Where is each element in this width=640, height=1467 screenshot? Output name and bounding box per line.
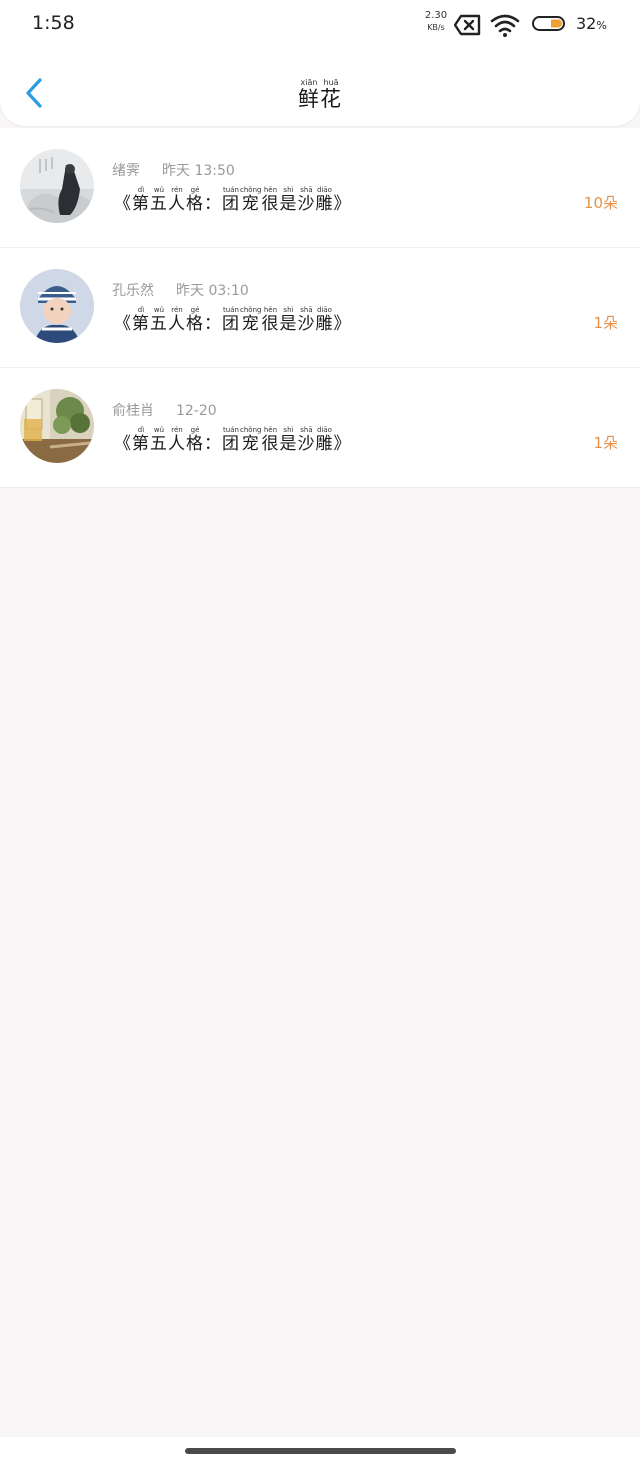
list-item[interactable]: 绪霁 昨天 13:50 《第dì五wǔ人rén格gé：团tuán宠chǒng很hě… <box>0 128 640 248</box>
item-meta: 绪霁 昨天 13:50 <box>112 160 235 180</box>
item-time: 昨天 03:10 <box>176 283 249 299</box>
list-item[interactable]: 俞桂肖 12-20 《第dì五wǔ人rén格gé：团tuán宠chǒng很hěn是… <box>0 368 640 488</box>
item-meta: 俞桂肖 12-20 <box>112 400 217 420</box>
user-name: 绪霁 <box>112 163 140 179</box>
page-title: 鲜xiān花huā <box>298 78 342 111</box>
user-name: 孔乐然 <box>112 283 154 299</box>
item-time: 12-20 <box>176 403 217 419</box>
flower-list: 绪霁 昨天 13:50 《第dì五wǔ人rén格gé：团tuán宠chǒng很hě… <box>0 128 640 488</box>
plant-window-avatar[interactable] <box>20 389 94 463</box>
status-time: 1:58 <box>32 12 75 34</box>
item-description: 《第dì五wǔ人rén格gé：团tuán宠chǒng很hěn是shì沙shā雕d… <box>114 186 352 214</box>
nav-header: 鲜xiān花huā <box>0 50 640 126</box>
flower-count: 1朵 <box>593 314 618 332</box>
network-speed-unit: KB/s <box>427 23 445 32</box>
home-indicator[interactable] <box>185 1448 456 1454</box>
person-beanie-avatar[interactable] <box>20 269 94 343</box>
network-speed: 2.30 KB/s <box>422 10 450 34</box>
ink-painting-avatar[interactable] <box>20 149 94 223</box>
sim-error-icon <box>453 14 481 40</box>
item-description: 《第dì五wǔ人rén格gé：团tuán宠chǒng很hěn是shì沙shā雕d… <box>114 306 352 334</box>
user-name: 俞桂肖 <box>112 403 154 419</box>
wifi-icon <box>490 13 520 41</box>
item-description: 《第dì五wǔ人rén格gé：团tuán宠chǒng很hěn是shì沙shā雕d… <box>114 426 352 454</box>
battery-percent: 32% <box>576 14 607 33</box>
flower-count: 10朵 <box>583 194 618 212</box>
list-item[interactable]: 孔乐然 昨天 03:10 《第dì五wǔ人rén格gé：团tuán宠chǒng很h… <box>0 248 640 368</box>
battery-icon <box>532 15 568 37</box>
item-time: 昨天 13:50 <box>162 163 235 179</box>
network-speed-value: 2.30 <box>424 10 448 21</box>
item-meta: 孔乐然 昨天 03:10 <box>112 280 249 300</box>
status-bar: 1:58 2.30 KB/s 32% <box>0 0 640 50</box>
flower-count: 1朵 <box>593 434 618 452</box>
